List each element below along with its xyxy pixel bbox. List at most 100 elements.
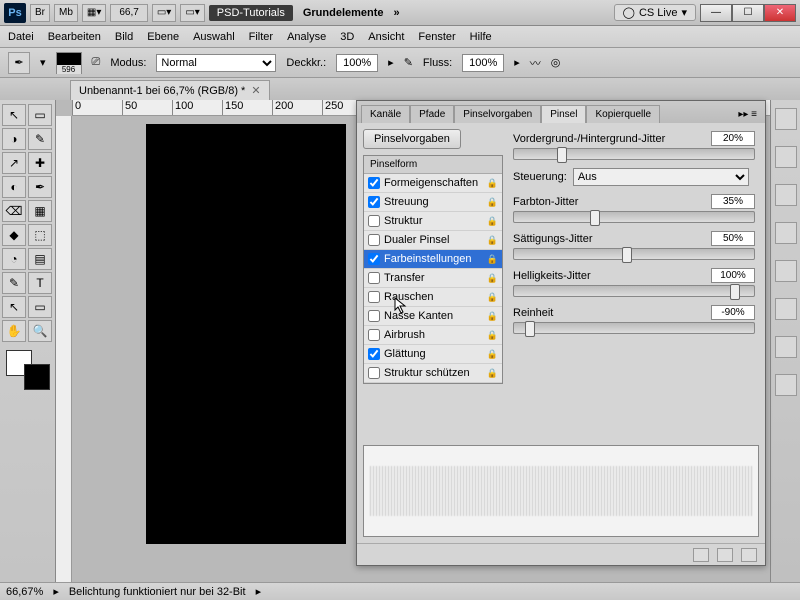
lock-icon[interactable]: 🔒 <box>487 178 498 189</box>
pressure-opacity-icon[interactable]: ✎ <box>404 56 413 69</box>
brush-option-checkbox[interactable] <box>368 177 380 189</box>
paths-panel-icon[interactable] <box>775 298 797 320</box>
brush-tool-icon[interactable]: ✒ <box>8 52 30 74</box>
status-flyout-icon[interactable]: ▸ <box>53 585 59 598</box>
tab-kopierquelle[interactable]: Kopierquelle <box>586 105 660 123</box>
lock-icon[interactable]: 🔒 <box>487 349 498 360</box>
document-tab[interactable]: Unbenannt-1 bei 66,7% (RGB/8) * ✕ <box>70 80 270 100</box>
tool-14[interactable]: ✎ <box>2 272 26 294</box>
brush-option-glättung[interactable]: Glättung🔒 <box>364 345 502 364</box>
history-panel-icon[interactable] <box>775 336 797 358</box>
menu-filter[interactable]: Filter <box>249 31 273 43</box>
close-button[interactable]: ✕ <box>764 4 796 22</box>
slider-thumb[interactable] <box>622 247 632 263</box>
menu-ansicht[interactable]: Ansicht <box>368 31 404 43</box>
bridge-chip[interactable]: Br <box>30 4 50 22</box>
lock-icon[interactable]: 🔒 <box>487 292 498 303</box>
panel-menu-icon[interactable]: ▸▸ ≡ <box>734 106 761 123</box>
lock-icon[interactable]: 🔒 <box>487 254 498 265</box>
tool-16[interactable]: ↖ <box>2 296 26 318</box>
workspace-more[interactable]: » <box>394 7 400 19</box>
brush-option-struktur-schützen[interactable]: Struktur schützen🔒 <box>364 364 502 383</box>
canvas[interactable] <box>146 124 346 544</box>
slider-value[interactable]: 50% <box>711 231 755 246</box>
lock-icon[interactable]: 🔒 <box>487 368 498 379</box>
brush-presets-button[interactable]: Pinselvorgaben <box>363 129 461 149</box>
status-zoom[interactable]: 66,67% <box>6 586 43 598</box>
flow-input[interactable] <box>462 54 504 72</box>
close-tab-icon[interactable]: ✕ <box>251 84 260 97</box>
tool-15[interactable]: T <box>28 272 52 294</box>
slider-thumb[interactable] <box>590 210 600 226</box>
brush-option-checkbox[interactable] <box>368 310 380 322</box>
tool-6[interactable]: ◐ <box>2 176 26 198</box>
screen-chip[interactable]: ▭▾ <box>180 4 204 22</box>
brush-option-checkbox[interactable] <box>368 215 380 227</box>
menu-bild[interactable]: Bild <box>115 31 133 43</box>
toggle-preview-icon[interactable] <box>693 548 709 562</box>
tool-2[interactable]: ◑ <box>2 128 26 150</box>
layout-chip[interactable]: ▦▾ <box>82 4 106 22</box>
brush-option-checkbox[interactable] <box>368 367 380 379</box>
actions-panel-icon[interactable] <box>775 374 797 396</box>
tablet-icon[interactable]: ⎚ <box>92 56 101 69</box>
tool-3[interactable]: ✎ <box>28 128 52 150</box>
tab-pinsel[interactable]: Pinsel <box>541 105 586 123</box>
slider-thumb[interactable] <box>525 321 535 337</box>
view-chip[interactable]: ▭▾ <box>152 4 176 22</box>
mode-select[interactable]: Normal <box>156 54 276 72</box>
brush-option-nasse-kanten[interactable]: Nasse Kanten🔒 <box>364 307 502 326</box>
workspace-doc[interactable]: Grundelemente <box>297 7 390 19</box>
tool-10[interactable]: ◆ <box>2 224 26 246</box>
layers-panel-icon[interactable] <box>775 222 797 244</box>
tool-1[interactable]: ▭ <box>28 104 52 126</box>
slider-value[interactable]: 100% <box>711 268 755 283</box>
slider-value[interactable]: -90% <box>711 305 755 320</box>
menu-3d[interactable]: 3D <box>340 31 354 43</box>
brush-option-transfer[interactable]: Transfer🔒 <box>364 269 502 288</box>
brush-option-farbeinstellungen[interactable]: Farbeinstellungen🔒 <box>364 250 502 269</box>
menu-bearbeiten[interactable]: Bearbeiten <box>48 31 101 43</box>
flow-flyout-icon[interactable]: ▸ <box>514 56 520 69</box>
menu-fenster[interactable]: Fenster <box>418 31 455 43</box>
brush-option-airbrush[interactable]: Airbrush🔒 <box>364 326 502 345</box>
brush-option-checkbox[interactable] <box>368 253 380 265</box>
tool-11[interactable]: ⬚ <box>28 224 52 246</box>
zoom-display[interactable]: 66,7 <box>110 4 147 22</box>
color-panel-icon[interactable] <box>775 108 797 130</box>
steuerung-select[interactable]: Aus <box>573 168 749 186</box>
brush-option-rauschen[interactable]: Rauschen🔒 <box>364 288 502 307</box>
menu-datei[interactable]: Datei <box>8 31 34 43</box>
brush-option-struktur[interactable]: Struktur🔒 <box>364 212 502 231</box>
lock-icon[interactable]: 🔒 <box>487 273 498 284</box>
tool-4[interactable]: ↗ <box>2 152 26 174</box>
brush-option-checkbox[interactable] <box>368 348 380 360</box>
slider-track[interactable] <box>513 148 755 160</box>
slider-thumb[interactable] <box>730 284 740 300</box>
airbrush-icon[interactable]: 〰 <box>530 55 541 71</box>
menu-analyse[interactable]: Analyse <box>287 31 326 43</box>
brush-option-checkbox[interactable] <box>368 329 380 341</box>
tool-7[interactable]: ✒ <box>28 176 52 198</box>
lock-icon[interactable]: 🔒 <box>487 330 498 341</box>
cslive-button[interactable]: ◯ CS Live ▾ <box>614 4 696 21</box>
color-swatches[interactable] <box>6 350 50 390</box>
pressure-size-icon[interactable]: ◎ <box>551 56 561 69</box>
minimize-button[interactable]: — <box>700 4 732 22</box>
brush-option-checkbox[interactable] <box>368 291 380 303</box>
opacity-flyout-icon[interactable]: ▸ <box>388 56 394 69</box>
menu-auswahl[interactable]: Auswahl <box>193 31 235 43</box>
channels-panel-icon[interactable] <box>775 260 797 282</box>
tool-9[interactable]: ▦ <box>28 200 52 222</box>
tool-18[interactable]: ✋ <box>2 320 26 342</box>
menu-hilfe[interactable]: Hilfe <box>470 31 492 43</box>
brush-option-streuung[interactable]: Streuung🔒 <box>364 193 502 212</box>
brush-preset-swatch[interactable] <box>56 52 82 74</box>
brush-settings-header[interactable]: Pinselform <box>364 156 502 174</box>
brush-option-checkbox[interactable] <box>368 196 380 208</box>
new-preset-icon[interactable] <box>717 548 733 562</box>
tool-12[interactable]: ◔ <box>2 248 26 270</box>
swatches-panel-icon[interactable] <box>775 146 797 168</box>
menu-ebene[interactable]: Ebene <box>147 31 179 43</box>
slider-track[interactable] <box>513 211 755 223</box>
